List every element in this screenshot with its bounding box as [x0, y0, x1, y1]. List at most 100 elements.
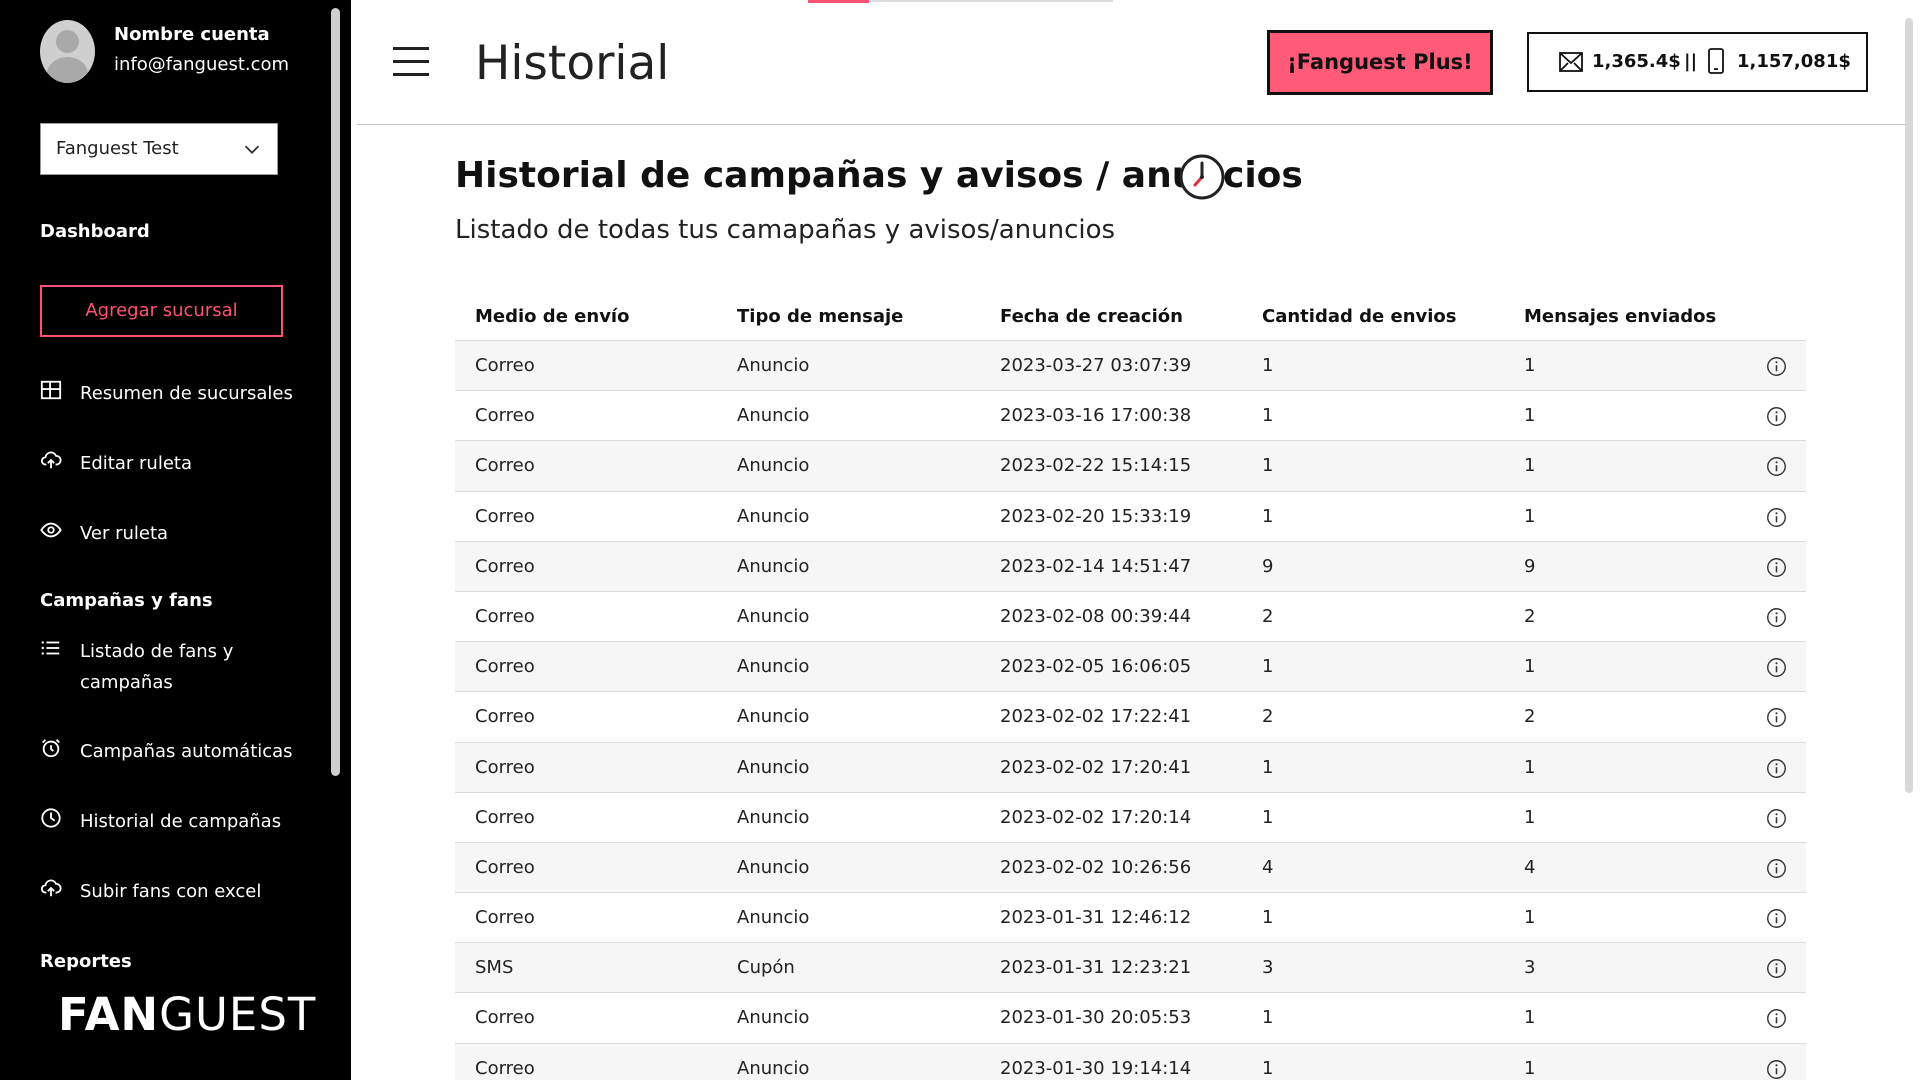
sidebar-item-label: Editar ruleta	[80, 453, 192, 474]
fanguest-plus-button[interactable]: ¡Fanguest Plus!	[1267, 30, 1493, 95]
email-balance: 1,365.4$	[1592, 51, 1681, 72]
table-cell: Correo	[475, 907, 535, 929]
info-icon[interactable]	[1766, 808, 1787, 829]
section-reports: Reportes	[40, 951, 132, 972]
add-branch-button[interactable]: Agregar sucursal	[40, 285, 283, 337]
table-cell: Anuncio	[737, 856, 810, 878]
table-body: Correo Anuncio 2023-03-27 03:07:39 1 1 Correo…	[455, 341, 1806, 1080]
sidebar-scrollbar[interactable]	[331, 8, 340, 776]
info-icon[interactable]	[1766, 707, 1787, 728]
sidebar-item-label: Ver ruleta	[80, 523, 169, 544]
table-header: Medio de envío Tipo de mensaje Fecha de …	[455, 295, 1806, 341]
table-cell: 3	[1262, 957, 1274, 979]
info-icon[interactable]	[1766, 1059, 1787, 1080]
info-icon[interactable]	[1766, 758, 1787, 779]
table-cell: 2023-02-02 10:26:56	[1000, 856, 1192, 878]
info-icon[interactable]	[1766, 557, 1787, 578]
table-cell: 2023-01-31 12:46:12	[1000, 907, 1192, 929]
table-cell: 1	[1524, 455, 1536, 477]
table-cell: 1	[1262, 907, 1274, 929]
info-icon[interactable]	[1766, 958, 1787, 979]
page-title: Historial	[475, 36, 670, 91]
table-cell: Correo	[475, 505, 535, 527]
table-cell: 1	[1524, 505, 1536, 527]
table-cell: 1	[1524, 1057, 1536, 1079]
info-icon[interactable]	[1766, 456, 1787, 477]
table-cell: Anuncio	[737, 656, 810, 678]
table-cell: Anuncio	[737, 1007, 810, 1029]
info-icon[interactable]	[1766, 1008, 1787, 1029]
table-cell: 1	[1262, 505, 1274, 527]
table-cell: 2	[1524, 706, 1536, 728]
logo-part: GUEST	[159, 988, 317, 1041]
clock-emoji-icon	[1179, 154, 1225, 200]
table-cell: 4	[1524, 856, 1536, 878]
table-cell: Correo	[475, 405, 535, 427]
info-icon[interactable]	[1766, 607, 1787, 628]
table-cell: 2023-01-31 12:23:21	[1000, 957, 1192, 979]
table-cell: 2	[1524, 605, 1536, 627]
info-icon[interactable]	[1766, 858, 1787, 879]
table-cell: 1	[1524, 907, 1536, 929]
sidebar-item-label: Listado de fans y campañas	[80, 641, 234, 693]
section-subtitle: Listado de todas tus camapañas y avisos/…	[455, 215, 1116, 245]
branch-select-value: Fanguest Test	[56, 138, 179, 159]
table-cell: 1	[1524, 405, 1536, 427]
sidebar: Nombre cuenta info@fanguest.com Fanguest…	[0, 0, 351, 1080]
table-cell: 2023-02-14 14:51:47	[1000, 555, 1192, 577]
table-cell: 2	[1262, 706, 1274, 728]
table-cell: 2	[1262, 605, 1274, 627]
table-cell: 3	[1524, 957, 1536, 979]
table-cell: 2023-02-22 15:14:15	[1000, 455, 1192, 477]
main-scrollbar[interactable]	[1905, 18, 1913, 793]
table-cell: Anuncio	[737, 355, 810, 376]
table-row: Correo Anuncio 2023-02-22 15:14:15 1 1	[455, 441, 1806, 492]
table-row: Correo Anuncio 2023-02-20 15:33:19 1 1	[455, 492, 1806, 542]
table-cell: Anuncio	[737, 1057, 810, 1079]
sidebar-item-label: Resumen de sucursales	[80, 383, 293, 404]
logo-part: FAN	[58, 988, 160, 1041]
info-icon[interactable]	[1766, 657, 1787, 678]
table-cell: Anuncio	[737, 505, 810, 527]
sidebar-item-label: Campañas automáticas	[80, 741, 293, 762]
cloud-upload-icon	[40, 451, 62, 469]
table-cell: Anuncio	[737, 907, 810, 929]
table-cell: Correo	[475, 856, 535, 878]
table-cell: 2023-02-20 15:33:19	[1000, 505, 1192, 527]
table-cell: 4	[1262, 856, 1274, 878]
info-icon[interactable]	[1766, 406, 1787, 427]
table-cell: 1	[1524, 355, 1536, 376]
campaign-history-table: Medio de envío Tipo de mensaje Fecha de …	[455, 295, 1806, 1080]
table-cell: 1	[1262, 656, 1274, 678]
cloud-upload-icon	[40, 879, 62, 897]
table-row: Correo Anuncio 2023-03-16 17:00:38 1 1	[455, 391, 1806, 442]
table-cell: 9	[1262, 555, 1274, 577]
table-cell: 2023-03-27 03:07:39	[1000, 355, 1192, 376]
table-cell: Anuncio	[737, 455, 810, 477]
table-cell: 2023-01-30 19:14:14	[1000, 1057, 1192, 1079]
section-campaigns: Campañas y fans	[40, 590, 213, 611]
table-cell: Anuncio	[737, 706, 810, 728]
list-icon	[41, 641, 60, 655]
table-cell: 9	[1524, 555, 1536, 577]
table-cell: 1	[1524, 656, 1536, 678]
table-cell: 1	[1262, 355, 1274, 376]
phone-icon	[1708, 48, 1724, 74]
branch-select[interactable]: Fanguest Test	[40, 123, 278, 175]
info-icon[interactable]	[1766, 507, 1787, 528]
menu-icon[interactable]	[393, 47, 429, 77]
table-cell: 2023-02-02 17:20:41	[1000, 756, 1192, 778]
table-cell: Correo	[475, 355, 535, 376]
info-icon[interactable]	[1766, 908, 1787, 929]
grid-icon	[40, 380, 62, 400]
avatar[interactable]	[40, 20, 95, 83]
table-row: SMS Cupón 2023-01-31 12:23:21 3 3	[455, 943, 1806, 994]
table-row: Correo Anuncio 2023-02-05 16:06:05 1 1	[455, 642, 1806, 693]
table-cell: Correo	[475, 605, 535, 627]
table-cell: 2023-02-02 17:22:41	[1000, 706, 1192, 728]
sidebar-item-label: Historial de campañas	[80, 811, 282, 832]
info-icon[interactable]	[1766, 356, 1787, 377]
table-cell: Correo	[475, 1057, 535, 1079]
table-row: Correo Anuncio 2023-02-08 00:39:44 2 2	[455, 592, 1806, 643]
top-indicator	[808, 0, 869, 3]
